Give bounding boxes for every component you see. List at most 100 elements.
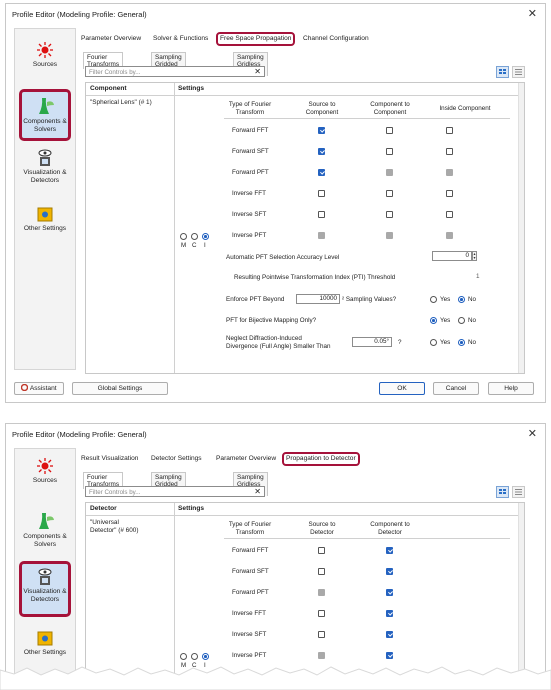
cb-inverse-fft-component[interactable]: [386, 190, 393, 197]
enforce-no-radio[interactable]: [458, 296, 465, 303]
cb-inverse-pft-inside: [446, 232, 453, 239]
row-label-forward-pft: Forward PFT: [232, 169, 269, 176]
mci-radio-i[interactable]: [201, 233, 209, 240]
neglect-no-radio[interactable]: [458, 339, 465, 346]
category-sidebar: Sources Components & Solvers Visualizati…: [14, 28, 76, 370]
sidebar-label-components-solvers: Components & Solvers: [23, 118, 67, 133]
components-solvers-icon: [39, 98, 54, 114]
tab-detector-settings[interactable]: Detector Settings: [149, 452, 204, 466]
cb-inverse-fft-inside[interactable]: [446, 190, 453, 197]
cb-forward-sft-source[interactable]: [318, 568, 325, 575]
sidebar-item-other-settings[interactable]: Other Settings: [19, 205, 71, 243]
global-settings-button[interactable]: Global Settings: [72, 382, 168, 395]
neglect-help-icon[interactable]: ?: [398, 339, 402, 346]
cb-forward-sft-inside[interactable]: [446, 148, 453, 155]
close-icon[interactable]: ✕: [528, 7, 537, 20]
cb-inverse-fft-component[interactable]: [386, 610, 393, 617]
mci-radio-m[interactable]: [180, 653, 187, 660]
header-divider: [86, 95, 524, 96]
enforce-yes-label: Yes: [440, 296, 451, 303]
grid-view-icon: [499, 69, 506, 74]
list-view-button[interactable]: [512, 66, 525, 78]
profile-editor-window-detectors: Profile Editor (Modeling Profile: Genera…: [5, 423, 546, 690]
other-settings-icon: [37, 631, 53, 646]
cb-forward-pft-component[interactable]: [386, 589, 393, 596]
table-view-button[interactable]: [496, 486, 509, 498]
pft-accuracy-stepper[interactable]: ▴ ▾: [472, 251, 477, 261]
list-view-button[interactable]: [512, 486, 525, 498]
bijective-no-radio[interactable]: [458, 317, 465, 324]
tab-parameter-overview[interactable]: Parameter Overview: [214, 452, 278, 466]
cb-inverse-sft-component[interactable]: [386, 631, 393, 638]
mci-radio-c[interactable]: [190, 233, 198, 240]
window-title: Profile Editor (Modeling Profile: Genera…: [12, 430, 147, 439]
sidebar-item-visualization-detectors[interactable]: Visualization & Detectors: [19, 561, 71, 617]
cb-inverse-fft-source[interactable]: [318, 190, 325, 197]
bijective-yes-radio[interactable]: [430, 317, 437, 324]
enforce-pft-input[interactable]: 10000: [296, 294, 340, 304]
cb-forward-fft-component[interactable]: [386, 127, 393, 134]
enforce-yes-radio[interactable]: [430, 296, 437, 303]
sidebar-item-sources[interactable]: Sources: [19, 41, 71, 77]
neglect-no-label: No: [468, 339, 477, 346]
detector-name-line2[interactable]: Detector" (# 600): [90, 527, 138, 535]
table-view-button[interactable]: [496, 66, 509, 78]
title-bar: Profile Editor (Modeling Profile: Genera…: [6, 424, 545, 444]
mci-radio-m[interactable]: [180, 233, 187, 240]
cb-inverse-sft-source[interactable]: [318, 631, 325, 638]
clear-filter-icon[interactable]: ✕: [254, 67, 261, 76]
component-name[interactable]: "Spherical Lens" (# 1): [90, 99, 152, 107]
close-icon[interactable]: ✕: [528, 427, 537, 440]
row-label-inverse-sft: Inverse SFT: [232, 631, 267, 638]
tab-parameter-overview[interactable]: Parameter Overview: [79, 32, 143, 46]
filter-input[interactable]: Filter Controls by... ✕: [85, 66, 265, 77]
cb-inverse-fft-source[interactable]: [318, 610, 325, 617]
tab-channel-configuration[interactable]: Channel Configuration: [301, 32, 371, 46]
mci-radio-i[interactable]: [201, 653, 209, 660]
content-area: Result Visualization Detector Settings P…: [79, 446, 537, 690]
cb-forward-fft-inside[interactable]: [446, 127, 453, 134]
cb-inverse-pft-component[interactable]: [386, 652, 393, 659]
visualization-detectors-icon: [38, 568, 52, 585]
mci-label-m: M: [181, 242, 187, 249]
assistant-label: Assistant: [29, 385, 57, 392]
tab-free-space-propagation[interactable]: Free Space Propagation: [216, 32, 296, 46]
visualization-detectors-icon: [38, 149, 52, 166]
clear-filter-icon[interactable]: ✕: [254, 487, 261, 496]
cb-forward-fft-component[interactable]: [386, 547, 393, 554]
pft-accuracy-input[interactable]: 0: [432, 251, 472, 261]
row-label-forward-fft: Forward FFT: [232, 127, 269, 134]
tab-propagation-to-detector[interactable]: Propagation to Detector: [282, 452, 360, 466]
sidebar-label-other-settings: Other Settings: [23, 225, 67, 232]
cb-forward-sft-component[interactable]: [386, 148, 393, 155]
cb-inverse-sft-component[interactable]: [386, 211, 393, 218]
settings-header-divider: [224, 538, 510, 539]
sidebar-item-visualization-detectors[interactable]: Visualization & Detectors: [19, 149, 71, 193]
cb-forward-pft-source[interactable]: [318, 169, 325, 176]
dialog-footer: Assistant Global Settings OK Cancel Help: [6, 379, 545, 401]
sidebar-item-sources[interactable]: Sources: [19, 457, 71, 493]
cb-forward-fft-source[interactable]: [318, 127, 325, 134]
cancel-button[interactable]: Cancel: [433, 382, 479, 395]
assistant-button[interactable]: Assistant: [14, 382, 64, 395]
cb-forward-sft-component[interactable]: [386, 568, 393, 575]
tab-result-visualization[interactable]: Result Visualization: [79, 452, 140, 466]
cb-forward-sft-source[interactable]: [318, 148, 325, 155]
tab-solver-functions[interactable]: Solver & Functions: [151, 32, 210, 46]
cb-inverse-sft-inside[interactable]: [446, 211, 453, 218]
detector-name-line1[interactable]: "Universal: [90, 519, 119, 527]
neglect-divergence-input[interactable]: 0.05°: [352, 337, 392, 347]
sidebar-item-components-solvers[interactable]: Components & Solvers: [19, 511, 71, 553]
components-solvers-icon: [39, 513, 54, 529]
cb-forward-fft-source[interactable]: [318, 547, 325, 554]
mci-radio-c[interactable]: [190, 653, 198, 660]
row-label-forward-sft: Forward SFT: [232, 568, 269, 575]
neglect-yes-radio[interactable]: [430, 339, 437, 346]
window-title: Profile Editor (Modeling Profile: Genera…: [12, 10, 147, 19]
sidebar-item-components-solvers[interactable]: Components & Solvers: [19, 89, 71, 141]
filter-input[interactable]: Filter Controls by... ✕: [85, 486, 265, 497]
help-button[interactable]: Help: [488, 382, 534, 395]
vertical-scrollbar[interactable]: [518, 83, 524, 373]
ok-button[interactable]: OK: [379, 382, 425, 395]
cb-inverse-sft-source[interactable]: [318, 211, 325, 218]
